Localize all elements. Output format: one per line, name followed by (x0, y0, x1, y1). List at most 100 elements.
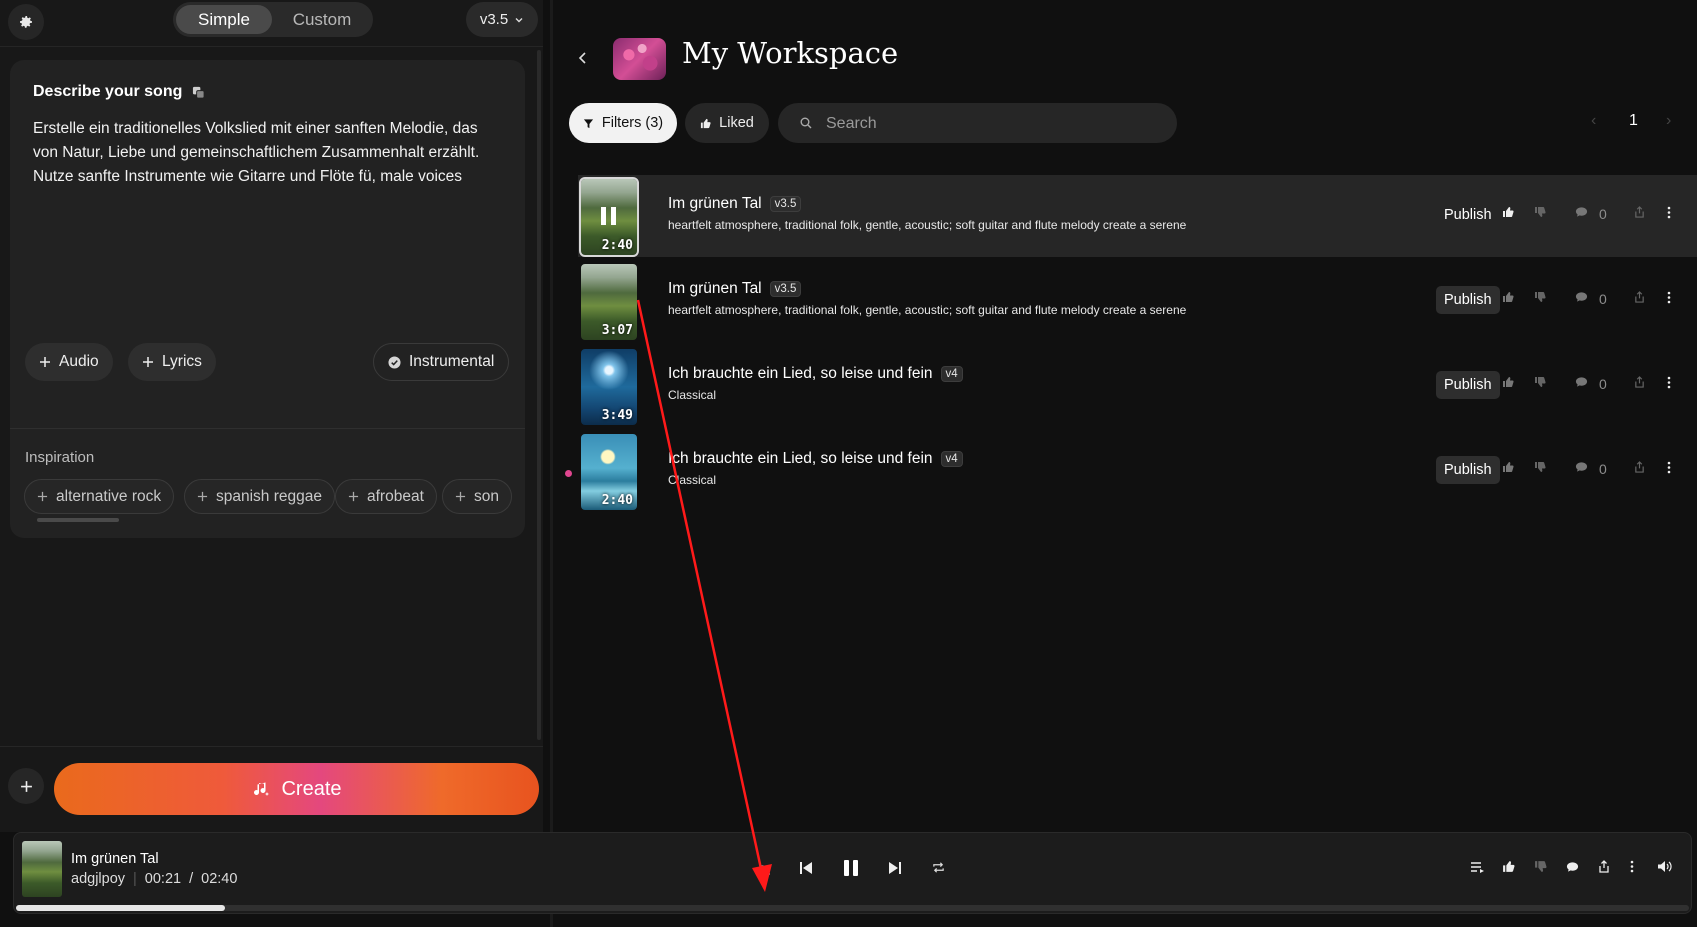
tab-simple[interactable]: Simple (176, 5, 272, 34)
more-vertical-icon (1667, 206, 1671, 219)
model-version-value: v3.5 (479, 11, 509, 28)
player-cover-image[interactable] (22, 841, 62, 897)
add-lyrics-button[interactable]: Lyrics (128, 343, 216, 381)
comment-count: 0 (1599, 206, 1607, 222)
version-badge: v3.5 (769, 196, 802, 212)
like-button[interactable] (1502, 291, 1514, 303)
publish-button[interactable]: Publish (1436, 371, 1500, 399)
more-vertical-icon (1630, 860, 1634, 873)
pause-icon (842, 859, 860, 877)
pause-icon[interactable] (598, 205, 620, 227)
comment-icon (1575, 206, 1588, 218)
dislike-button[interactable] (1534, 461, 1546, 473)
panel-scrollbar[interactable] (537, 50, 541, 740)
back-button[interactable] (572, 45, 594, 71)
gear-icon (18, 14, 34, 30)
player-share-button[interactable] (1598, 860, 1610, 878)
next-track-button[interactable] (888, 861, 902, 880)
filter-icon (583, 118, 594, 129)
song-title[interactable]: Im grünen Tal (668, 280, 762, 298)
publish-button[interactable]: Publish (1436, 286, 1500, 314)
queue-button[interactable] (1470, 860, 1485, 878)
inspiration-tag[interactable]: spanish reggae (184, 479, 335, 514)
filters-button[interactable]: Filters (3) (569, 103, 677, 143)
player-comment-button[interactable] (1566, 860, 1579, 878)
player-song-title[interactable]: Im grünen Tal (71, 851, 159, 867)
like-button[interactable] (1502, 461, 1514, 473)
tags-scrollbar[interactable] (37, 518, 119, 522)
song-cover-image[interactable]: 2:40 (581, 434, 637, 510)
instrumental-toggle[interactable]: Instrumental (373, 343, 510, 381)
add-audio-button[interactable]: Audio (25, 343, 113, 381)
dislike-button[interactable] (1534, 291, 1546, 303)
shuffle-button[interactable] (759, 863, 771, 882)
inspiration-tag-label: afrobeat (367, 487, 424, 505)
song-row[interactable]: 2:40 Im grünen Tal v3.5 heartfelt atmosp… (578, 175, 1697, 257)
player-like-button[interactable] (1502, 860, 1515, 878)
like-button[interactable] (1502, 206, 1514, 218)
divider (0, 746, 543, 747)
tab-custom[interactable]: Custom (274, 5, 370, 34)
plus-icon (37, 491, 48, 502)
song-row[interactable]: 2:40 Ich brauchte ein Lied, so leise und… (578, 430, 1697, 512)
time-separator: / (189, 871, 194, 887)
panel-divider[interactable] (550, 0, 553, 927)
song-description-input[interactable]: Erstelle ein traditionelles Volkslied mi… (33, 117, 503, 189)
next-page-button[interactable]: › (1666, 112, 1671, 130)
repeat-button[interactable] (932, 861, 945, 879)
more-options-button[interactable] (1667, 291, 1671, 304)
add-button[interactable] (8, 768, 44, 804)
share-button[interactable] (1634, 291, 1645, 303)
plus-icon (20, 780, 33, 793)
previous-page-button[interactable]: ‹ (1591, 112, 1596, 130)
share-button[interactable] (1634, 206, 1645, 218)
inspiration-tag[interactable]: afrobeat (335, 479, 437, 514)
create-button[interactable]: Create (54, 763, 539, 815)
repeat-icon (932, 861, 945, 874)
song-row[interactable]: 3:07 Im grünen Tal v3.5 heartfelt atmosp… (578, 260, 1697, 342)
progress-bar[interactable] (16, 905, 1689, 911)
inspiration-tags: alternative rock spanish reggae afrobeat… (24, 479, 525, 517)
volume-button[interactable] (1657, 860, 1672, 878)
previous-track-button[interactable] (799, 861, 813, 880)
comment-icon (1566, 861, 1579, 873)
song-cover-image[interactable]: 2:40 (579, 177, 639, 257)
song-style-description: Classical (668, 473, 717, 487)
play-pause-button[interactable] (842, 859, 860, 882)
song-cover-image[interactable]: 3:49 (581, 349, 637, 425)
player-artist[interactable]: adgjlpoy (71, 871, 125, 887)
dislike-button[interactable] (1534, 376, 1546, 388)
share-button[interactable] (1634, 376, 1645, 388)
inspiration-tag[interactable]: son (442, 479, 512, 514)
publish-button[interactable]: Publish (1436, 201, 1500, 229)
model-version-select[interactable]: v3.5 (466, 2, 538, 37)
dislike-button[interactable] (1534, 206, 1546, 218)
dice-icon[interactable] (192, 86, 205, 99)
song-row[interactable]: 3:49 Ich brauchte ein Lied, so leise und… (578, 345, 1697, 427)
more-options-button[interactable] (1667, 376, 1671, 389)
search-input[interactable] (824, 103, 1158, 145)
player-dislike-button[interactable] (1534, 860, 1547, 878)
page-title: My Workspace (682, 36, 899, 70)
shuffle-icon (759, 863, 771, 877)
thumbs-up-icon (700, 118, 711, 129)
player-bar: Im grünen Tal adgjlpoy | 00:21 / 02:40 (13, 832, 1692, 914)
settings-button[interactable] (8, 4, 44, 40)
publish-button[interactable]: Publish (1436, 456, 1500, 484)
comment-button[interactable] (1575, 461, 1588, 473)
more-options-button[interactable] (1667, 461, 1671, 474)
inspiration-tag[interactable]: alternative rock (24, 479, 175, 514)
comment-button[interactable] (1575, 206, 1588, 218)
player-more-button[interactable] (1630, 860, 1634, 878)
song-cover-image[interactable]: 3:07 (581, 264, 637, 340)
more-options-button[interactable] (1667, 206, 1671, 219)
comment-button[interactable] (1575, 376, 1588, 388)
song-title[interactable]: Ich brauchte ein Lied, so leise und fein (668, 450, 933, 468)
song-title[interactable]: Ich brauchte ein Lied, so leise und fein (668, 365, 933, 383)
song-title[interactable]: Im grünen Tal (668, 195, 762, 213)
liked-button[interactable]: Liked (685, 103, 769, 143)
share-button[interactable] (1634, 461, 1645, 473)
divider (10, 428, 525, 429)
comment-button[interactable] (1575, 291, 1588, 303)
like-button[interactable] (1502, 376, 1514, 388)
